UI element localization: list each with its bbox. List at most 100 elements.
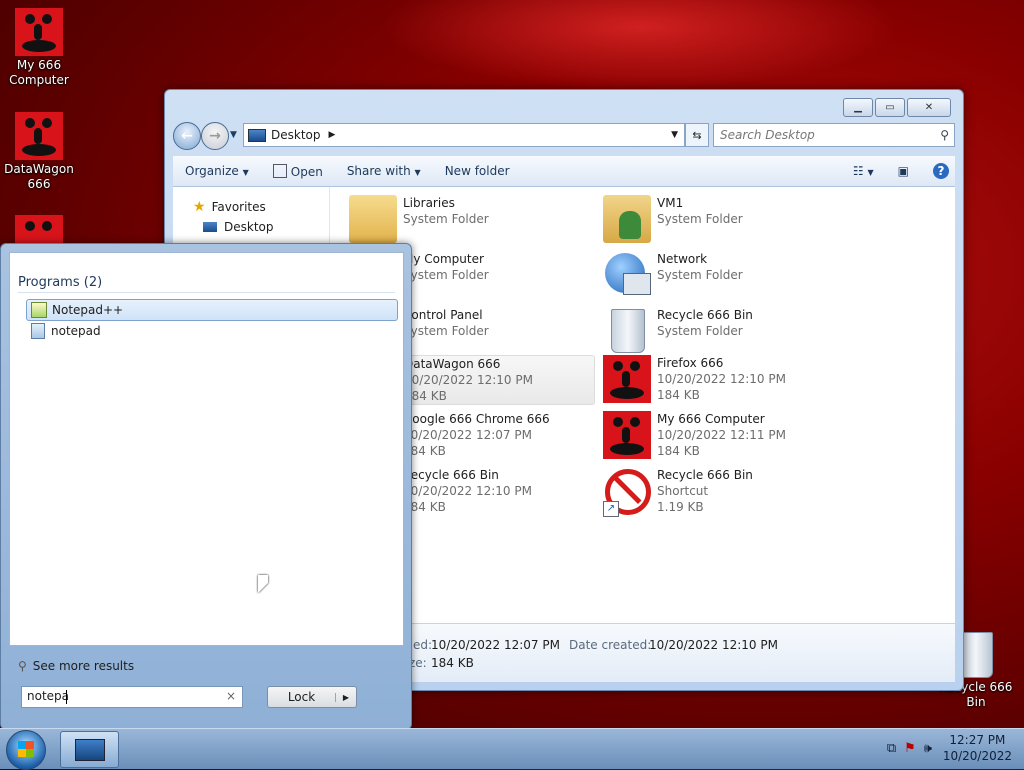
share-with-button[interactable]: Share with ▼	[335, 164, 433, 178]
open-button[interactable]: Open	[261, 163, 335, 179]
address-desktop-crumb[interactable]: Desktop	[271, 128, 321, 142]
desktop-icon-my-666-computer[interactable]: My 666 Computer	[1, 8, 77, 88]
item-name: Recycle 666 Bin	[403, 468, 499, 482]
favorites-label: Favorites	[211, 200, 266, 214]
item-network[interactable]: Network System Folder	[603, 251, 743, 299]
item-date: 10/20/2022 12:07 PM	[403, 428, 532, 442]
desktop-icon-label: My 666 Computer	[9, 58, 69, 87]
firefox-666-icon	[603, 355, 651, 403]
preview-pane-button[interactable]: ▣	[886, 164, 921, 178]
refresh-icon: ⇆	[692, 128, 702, 142]
date-modified-value: 10/20/2022 12:07 PM	[431, 638, 560, 652]
open-label: Open	[290, 164, 323, 179]
see-more-label: See more results	[32, 659, 135, 673]
navigation-bar: ← → ▼ Desktop ▶ ▼ ⇆ Search Desktop ⚲	[173, 122, 955, 150]
new-folder-button[interactable]: New folder	[433, 164, 522, 178]
maximize-button[interactable]: ▭	[875, 98, 905, 117]
clock-date: 10/20/2022	[942, 749, 1012, 763]
back-button[interactable]: ←	[173, 122, 201, 150]
item-size: 1.19 KB	[657, 500, 704, 514]
close-button[interactable]: ✕	[907, 98, 951, 117]
program-notepad[interactable]: notepad	[26, 321, 101, 341]
recycle-bin-icon	[603, 307, 651, 355]
change-view-button[interactable]: ☷ ▼	[841, 164, 886, 178]
lock-button[interactable]: Lock ▶	[267, 686, 357, 708]
user-icon	[619, 211, 641, 239]
start-menu: Programs (2) Notepad++ notepad ⚲ See mor…	[0, 243, 412, 730]
start-search-input[interactable]: notepa ×	[21, 686, 243, 708]
program-notepad-plus-plus[interactable]: Notepad++	[26, 299, 398, 321]
item-name: Control Panel	[403, 308, 483, 322]
minimize-icon: ▁	[854, 102, 862, 113]
shutdown-options-arrow-icon[interactable]: ▶	[335, 692, 356, 702]
date-created-value: 10/20/2022 12:10 PM	[649, 638, 778, 652]
organize-label: Organize	[185, 164, 239, 178]
chevron-down-icon: ▼	[414, 168, 421, 177]
share-with-label: Share with	[346, 164, 411, 178]
clear-search-icon[interactable]: ×	[226, 689, 236, 703]
item-size: 184 KB	[657, 388, 700, 402]
my-666-computer-icon	[15, 8, 63, 56]
no-entry-icon: ↗	[603, 467, 651, 517]
item-type: System Folder	[403, 324, 489, 338]
organize-button[interactable]: Organize ▼	[173, 164, 261, 178]
item-firefox-666[interactable]: Firefox 666 10/20/2022 12:10 PM 184 KB	[603, 355, 786, 403]
item-recycle-666-bin-system[interactable]: Recycle 666 Bin System Folder	[603, 307, 753, 355]
item-libraries[interactable]: Libraries System Folder	[349, 195, 489, 243]
text-caret	[66, 690, 67, 704]
network-icon[interactable]: ⧉	[887, 741, 896, 756]
view-icon: ☷	[852, 164, 864, 178]
recent-pages-dropdown[interactable]: ▼	[230, 130, 237, 140]
item-name: Network	[657, 252, 708, 266]
clock[interactable]: 12:27 PM 10/20/2022	[943, 732, 1012, 764]
item-name: Google 666 Chrome 666	[403, 412, 550, 426]
item-name: My Computer	[403, 252, 484, 266]
taskbar-explorer-button[interactable]	[60, 731, 119, 768]
chevron-down-icon: ▼	[242, 168, 249, 177]
item-date: 10/20/2022 12:10 PM	[657, 372, 786, 386]
item-my-666-computer[interactable]: My 666 Computer 10/20/2022 12:11 PM 184 KB	[603, 411, 786, 459]
breadcrumb-arrow-icon[interactable]: ▶	[329, 130, 336, 140]
lock-label: Lock	[287, 690, 316, 704]
item-size: 184 KB	[403, 444, 446, 458]
recycle-bin-icon	[959, 632, 993, 678]
programs-header-label: Programs (2)	[18, 275, 103, 290]
start-button[interactable]	[6, 730, 46, 770]
favorites-node[interactable]: ★ Favorites	[193, 199, 266, 215]
action-center-flag-icon[interactable]: ⚑	[904, 741, 916, 756]
desktop-icon-datawagon-666[interactable]: DataWagon 666	[1, 112, 77, 192]
network-globe-icon	[603, 251, 651, 299]
address-dropdown-icon[interactable]: ▼	[671, 130, 678, 140]
notepad-plus-plus-icon	[31, 302, 47, 318]
search-icon: ⚲	[18, 659, 27, 673]
refresh-button[interactable]: ⇆	[685, 123, 709, 147]
item-type: System Folder	[657, 212, 743, 226]
desktop-icon	[203, 222, 217, 232]
item-name: Libraries	[403, 196, 455, 210]
search-icon[interactable]: ⚲	[940, 128, 949, 142]
shortcut-arrow-icon: ↗	[603, 501, 619, 517]
user-folder-icon	[603, 195, 651, 243]
monitor-icon	[75, 739, 105, 761]
desktop-node[interactable]: Desktop	[203, 220, 274, 234]
desktop-location-icon	[248, 128, 266, 142]
size-value: 184 KB	[431, 656, 474, 670]
item-type: System Folder	[657, 324, 743, 338]
item-vm1[interactable]: VM1 System Folder	[603, 195, 743, 243]
help-button[interactable]: ?	[921, 163, 955, 179]
minimize-button[interactable]: ▁	[843, 98, 873, 117]
address-bar[interactable]: Desktop ▶ ▼	[243, 123, 685, 147]
search-placeholder: Search Desktop	[720, 128, 815, 142]
item-date: 10/20/2022 12:11 PM	[657, 428, 786, 442]
search-box[interactable]: Search Desktop ⚲	[713, 123, 955, 147]
open-icon	[272, 163, 287, 178]
item-recycle-666-bin-shortcut[interactable]: ↗ Recycle 666 Bin Shortcut 1.19 KB	[603, 467, 753, 517]
volume-icon[interactable]: 🕪	[924, 741, 932, 756]
forward-button[interactable]: →	[201, 122, 229, 150]
program-label: Notepad++	[52, 303, 124, 317]
windows-logo-icon	[18, 741, 34, 757]
item-name: Recycle 666 Bin	[657, 308, 753, 322]
mouse-cursor-icon	[258, 575, 268, 593]
see-more-results-link[interactable]: ⚲ See more results	[18, 659, 134, 673]
star-icon: ★	[193, 199, 206, 215]
